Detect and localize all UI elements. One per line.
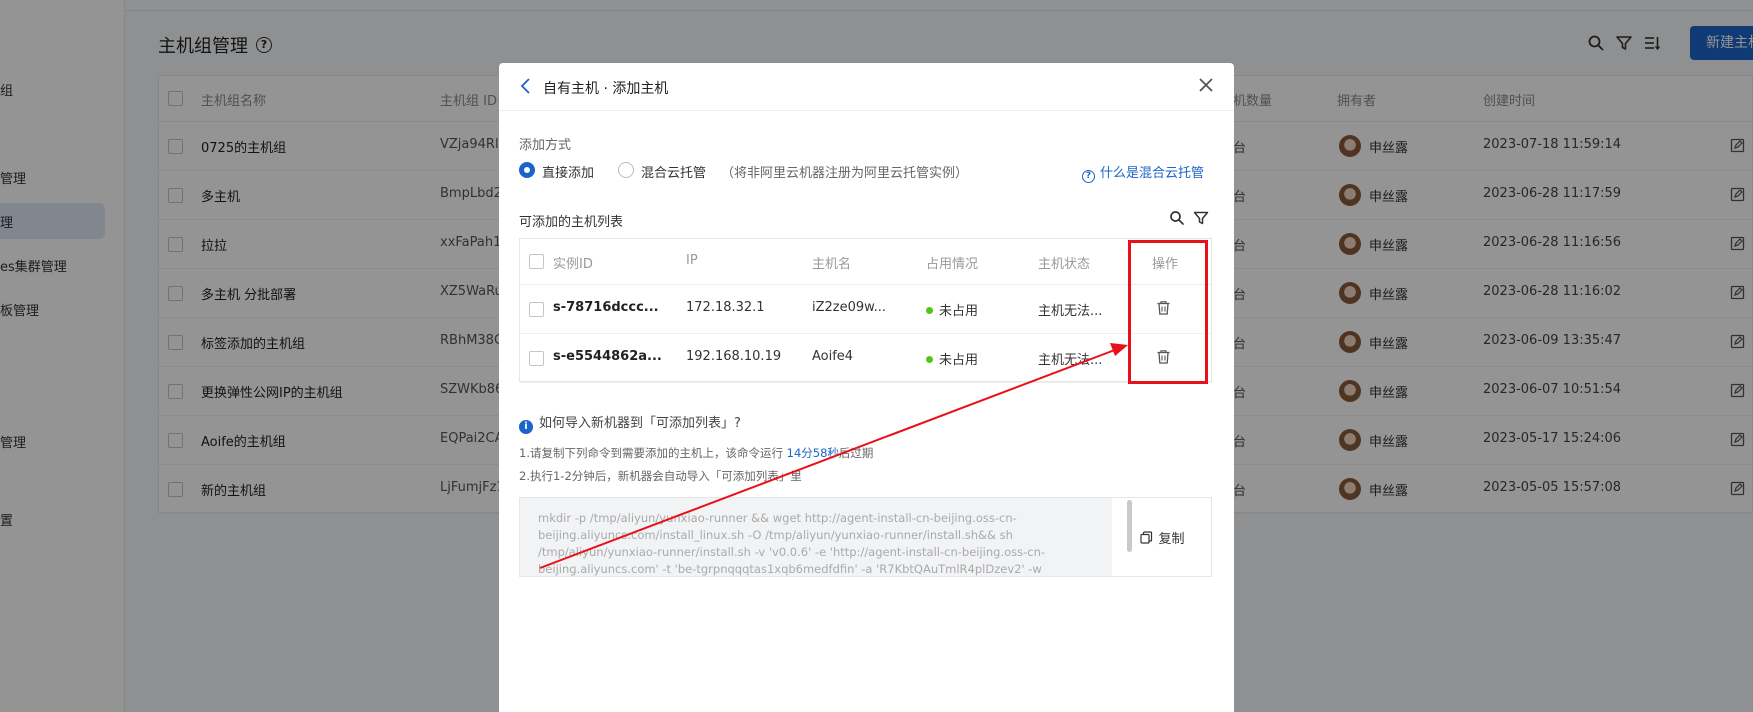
host-hostname: Aoife4 (812, 349, 854, 364)
list-search-icon[interactable] (1169, 210, 1185, 226)
step-1: 1.请复制下列命令到需要添加的主机上，该命令运行 14分58秒后过期 (519, 445, 873, 461)
host-ip: 172.18.32.1 (686, 300, 765, 315)
host-row-checkbox[interactable] (529, 302, 544, 317)
step-1-suffix: 后过期 (838, 446, 874, 460)
copy-icon (1140, 530, 1153, 544)
import-question: i 如何导入新机器到「可添加列表」? (519, 412, 741, 434)
info-icon: i (519, 420, 533, 434)
col-hostname: 主机名 (812, 257, 852, 272)
step-1-prefix: 1.请复制下列命令到需要添加的主机上，该命令运行 (519, 446, 787, 460)
host-ip: 192.168.10.19 (686, 349, 782, 364)
radio-hybrid-cloud-label[interactable]: 混合云托管 (641, 162, 706, 181)
host-instance-id: s-e5544862a... (553, 349, 662, 364)
close-icon[interactable] (1196, 75, 1216, 95)
hybrid-note: （将非阿里云机器注册为阿里云托管实例） (721, 166, 969, 181)
import-question-text: 如何导入新机器到「可添加列表」? (539, 416, 741, 431)
col-usage: 占用情况 (926, 257, 979, 272)
col-status: 主机状态 (1038, 257, 1091, 272)
command-line: beijing.aliyuncs.com/install_linux.sh -O… (538, 528, 1013, 542)
back-arrow-icon[interactable] (519, 77, 533, 95)
command-text[interactable]: mkdir -p /tmp/aliyun/yunxiao-runner && w… (520, 498, 1112, 576)
radio-direct-add-label[interactable]: 直接添加 (542, 162, 594, 181)
copy-button[interactable]: 复制 (1112, 498, 1213, 576)
step-1-countdown: 14分58秒 (786, 446, 839, 460)
host-list-label: 可添加的主机列表 (519, 215, 624, 230)
command-line: /tmp/aliyun/yunxiao-runner/install.sh -v… (538, 545, 1046, 559)
status-dot (926, 307, 933, 314)
what-is-hybrid-text[interactable]: 什么是混合云托管 (1100, 166, 1204, 181)
status-dot (926, 356, 933, 363)
modal-header: 自有主机 · 添加主机 (499, 63, 1234, 111)
radio-hybrid-cloud[interactable] (618, 162, 634, 178)
list-filter-icon[interactable] (1193, 210, 1209, 226)
question-circle-icon: ? (1082, 170, 1095, 183)
what-is-hybrid-link[interactable]: ? 什么是混合云托管 (1082, 162, 1204, 183)
host-usage-text: 未占用 (939, 304, 979, 319)
inner-table-header: 实例ID IP 主机名 占用情况 主机状态 操作 (520, 239, 1211, 285)
add-host-modal: 自有主机 · 添加主机 添加方式 直接添加 混合云托管 （将非阿里云机器注册为阿… (499, 63, 1234, 712)
inner-select-all-checkbox[interactable] (529, 254, 544, 269)
host-row-checkbox[interactable] (529, 351, 544, 366)
col-instance-id: 实例ID (553, 257, 593, 272)
host-row[interactable]: s-78716dccc... 172.18.32.1 iZ2ze09w... 未占用 主… (520, 285, 1211, 334)
col-ip: IP (686, 253, 698, 268)
copy-label: 复制 (1158, 531, 1185, 547)
modal-title: 自有主机 · 添加主机 (543, 81, 669, 97)
host-status: 主机无法... (1038, 353, 1103, 368)
host-hostname: iZ2ze09w... (812, 300, 886, 315)
command-line: mkdir -p /tmp/aliyun/yunxiao-runner && w… (538, 511, 1017, 525)
step-2: 2.执行1-2分钟后，新机器会自动导入「可添加列表」里 (519, 469, 802, 483)
annotation-highlight-box (1128, 240, 1208, 384)
radio-direct-add[interactable] (519, 162, 535, 178)
host-status: 主机无法... (1038, 304, 1103, 319)
host-usage: 未占用 (926, 300, 978, 319)
command-box: mkdir -p /tmp/aliyun/yunxiao-runner && w… (519, 497, 1212, 577)
command-line: beijing.aliyuncs.com' -t 'be-tgrpnqqqtas… (538, 562, 1042, 576)
host-instance-id: s-78716dccc... (553, 300, 659, 315)
add-method-label: 添加方式 (519, 138, 572, 153)
host-row[interactable]: s-e5544862a... 192.168.10.19 Aoife4 未占用 主机无法… (520, 334, 1211, 383)
available-host-table: 实例ID IP 主机名 占用情况 主机状态 操作 s-78716dccc... 1… (519, 238, 1212, 383)
host-usage-text: 未占用 (939, 353, 979, 368)
host-usage: 未占用 (926, 349, 978, 368)
